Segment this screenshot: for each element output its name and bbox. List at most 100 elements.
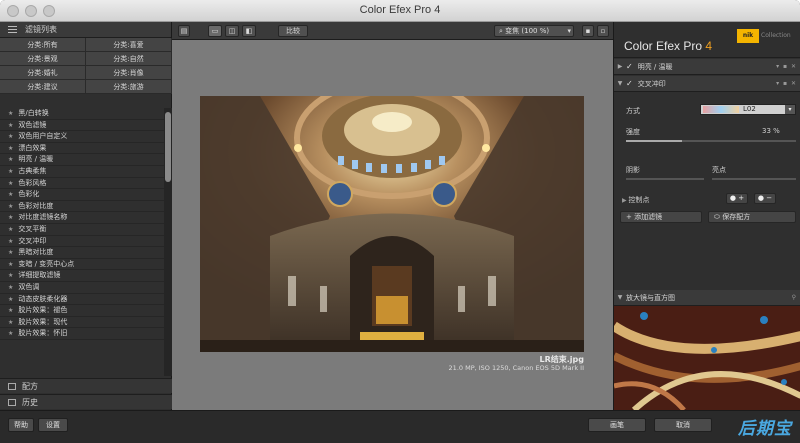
add-filter-button[interactable]: + 添加滤镜 <box>620 211 702 223</box>
star-icon[interactable]: ★ <box>8 122 13 129</box>
filter-item[interactable]: ★ 详细提取滤镜 <box>0 270 164 282</box>
filter-item[interactable]: ★ 胶片效果：现代 <box>0 316 164 329</box>
brand-header: Color Efex Pro 4 nik Collection <box>614 22 800 58</box>
star-icon[interactable]: ★ <box>8 330 13 337</box>
scrollbar-thumb[interactable] <box>165 112 171 182</box>
cancel-button[interactable]: 取消 <box>654 418 712 432</box>
chevron-right-icon[interactable]: ▶ <box>614 63 626 70</box>
star-icon[interactable]: ★ <box>8 261 13 268</box>
filter-item[interactable]: ★ 双色调 <box>0 281 164 294</box>
history-icon <box>8 398 16 406</box>
strength-slider-fill <box>626 140 683 142</box>
add-control-point-button[interactable]: ● + <box>726 193 748 204</box>
filter-row-bright-warm[interactable]: ▶ ✓ 明亮 / 温暖 ▾ ▪ ✕ <box>614 59 800 75</box>
remove-control-point-button[interactable]: ● − <box>754 193 776 204</box>
strength-label: 强度 <box>626 128 640 136</box>
strength-value: 33 % <box>762 127 780 135</box>
filter-item[interactable]: ★ 色彩风格 <box>0 177 164 190</box>
star-icon[interactable]: ★ <box>8 284 13 291</box>
recipes-section[interactable]: 配方 <box>0 378 172 393</box>
star-icon[interactable]: ★ <box>8 249 13 256</box>
star-icon[interactable]: ★ <box>8 226 13 233</box>
enable-checkbox[interactable]: ✓ <box>626 62 633 71</box>
star-icon[interactable]: ★ <box>8 191 13 198</box>
filter-item[interactable]: ★ 色彩对比度 <box>0 200 164 213</box>
strength-slider[interactable] <box>626 140 796 142</box>
method-select[interactable]: L02 ▾ <box>700 104 796 115</box>
side-by-side-button[interactable]: ◧ <box>242 25 256 37</box>
star-icon[interactable]: ★ <box>8 156 13 163</box>
shadows-slider[interactable] <box>626 178 704 180</box>
filter-item[interactable]: ★ 明亮 / 温暖 <box>0 154 164 166</box>
filter-item[interactable]: ★ 交叉冲印 <box>0 235 164 248</box>
help-button[interactable]: 帮助 <box>8 418 34 432</box>
category-nature[interactable]: 分类:自然 <box>86 52 172 66</box>
filter-item[interactable]: ★ 对比度滤镜名称 <box>0 212 164 224</box>
split-view-button[interactable]: ◫ <box>225 25 239 37</box>
settings-button[interactable]: 设置 <box>38 418 68 432</box>
filter-item[interactable]: ★ 胶片效果：褪色 <box>0 305 164 317</box>
image-metadata: 21.0 MP, ISO 1250, Canon EOS 5D Mark II <box>448 364 584 372</box>
star-icon[interactable]: ★ <box>8 203 13 210</box>
star-icon[interactable]: ★ <box>8 307 13 314</box>
filter-item[interactable]: ★ 双色用户自定义 <box>0 131 164 143</box>
pin-icon[interactable]: ⚲ <box>792 294 797 301</box>
save-recipe-button[interactable]: ⬭ 保存配方 <box>708 211 796 223</box>
filter-row-tools-icon[interactable]: ▾ ▪ ✕ <box>776 63 797 70</box>
star-icon[interactable]: ★ <box>8 180 13 187</box>
star-icon[interactable]: ★ <box>8 319 13 326</box>
star-icon[interactable]: ★ <box>8 110 13 117</box>
chevron-down-icon: ▾ <box>567 27 571 35</box>
chevron-down-icon[interactable]: ▼ <box>614 80 626 87</box>
compare-button[interactable]: 比较 <box>278 25 308 37</box>
star-icon[interactable]: ★ <box>8 296 13 303</box>
filter-item[interactable]: ★ 变暗 / 变亮中心点 <box>0 258 164 271</box>
filter-item[interactable]: ★ 黑暗对比度 <box>0 247 164 259</box>
filter-list-header[interactable]: 滤镜列表 <box>0 22 171 38</box>
control-points-label[interactable]: ▶ 控制点 <box>622 195 650 205</box>
bottom-bar: 帮助 设置 画笔 取消 后期宝 <box>0 410 800 443</box>
method-swatch <box>703 106 739 113</box>
filter-item[interactable]: ★ 胶片效果：怀旧 <box>0 328 164 340</box>
star-icon[interactable]: ★ <box>8 168 13 175</box>
filter-item[interactable]: ★ 交叉平衡 <box>0 223 164 236</box>
filter-row-cross-processing[interactable]: ▼ ✓ 交叉冲印 ▾ ▪ ✕ <box>614 76 800 92</box>
category-architecture[interactable]: 分类:建议 <box>0 80 86 94</box>
chevron-down-icon[interactable]: ▼ <box>614 294 626 301</box>
category-favorites[interactable]: 分类:喜爱 <box>86 38 172 52</box>
enable-checkbox[interactable]: ✓ <box>626 79 633 88</box>
star-icon[interactable]: ★ <box>8 145 13 152</box>
filter-item[interactable]: ★ 动态皮肤柔化器 <box>0 293 164 306</box>
loupe-view[interactable] <box>614 306 800 410</box>
star-icon[interactable]: ★ <box>8 238 13 245</box>
star-icon[interactable]: ★ <box>8 272 13 279</box>
basilica-dome-photo <box>200 96 584 352</box>
highlights-slider[interactable] <box>712 178 796 180</box>
single-view-button[interactable]: ▭ <box>208 25 222 37</box>
filter-item[interactable]: ★ 双色滤镜 <box>0 119 164 132</box>
category-travel[interactable]: 分类:旅游 <box>86 80 172 94</box>
brush-button[interactable]: 画笔 <box>588 418 646 432</box>
filter-list-scrollbar[interactable] <box>164 108 172 376</box>
filter-item[interactable]: ★ 色彩化 <box>0 189 164 201</box>
category-portrait[interactable]: 分类:肖像 <box>86 66 172 80</box>
filter-row-tools-icon[interactable]: ▾ ▪ ✕ <box>776 80 797 87</box>
loupe-histogram-header[interactable]: ▼ 放大镜与直方图 ⚲ <box>614 290 800 306</box>
background-toggle-icon[interactable]: ▪ <box>582 25 594 37</box>
zoom-select[interactable]: ⌕ 变焦 (100 %) ▾ <box>494 25 574 37</box>
fullscreen-icon[interactable]: ▫ <box>597 25 609 37</box>
filter-item[interactable]: ★ 古典柔焦 <box>0 165 164 178</box>
history-section[interactable]: 历史 <box>0 394 172 409</box>
category-wedding[interactable]: 分类:婚礼 <box>0 66 86 80</box>
app-name: Color Efex Pro 4 <box>624 39 713 53</box>
star-icon[interactable]: ★ <box>8 133 13 140</box>
star-icon[interactable]: ★ <box>8 214 13 221</box>
layout-toggle-icon[interactable]: ▤ <box>178 25 190 37</box>
save-icon: ⬭ <box>714 213 723 221</box>
category-all[interactable]: 分类:所有 <box>0 38 86 52</box>
preview-image[interactable] <box>200 96 584 352</box>
filter-item[interactable]: ★ 黑/白转换 <box>0 108 164 120</box>
filter-list: ★ 黑/白转换 ★ 双色滤镜 ★ 双色用户自定义 ★ 漂白效果 ★ 明亮 / 温暖 ★ 古典… <box>0 108 164 376</box>
category-landscape[interactable]: 分类:景观 <box>0 52 86 66</box>
filter-item[interactable]: ★ 漂白效果 <box>0 142 164 155</box>
